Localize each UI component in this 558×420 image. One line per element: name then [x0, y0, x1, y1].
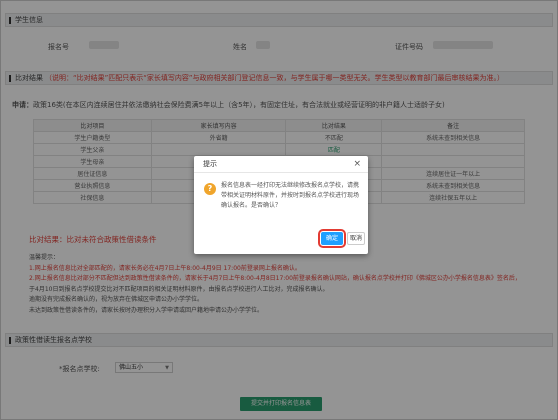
dialog-title-bar: 提示 ×: [194, 156, 368, 173]
question-icon: ?: [204, 183, 216, 195]
dialog-title: 提示: [203, 160, 217, 168]
dialog-message: 报名信息表一经打印无法继续修改报名点学校，请携带相关证明材料原件，并按时到报名点…: [221, 182, 360, 209]
close-icon[interactable]: ×: [353, 156, 361, 173]
cancel-button[interactable]: 取消: [347, 232, 365, 245]
confirm-dialog: 提示 × ? 报名信息表一经打印无法继续修改报名点学校，请携带相关证明材料原件，…: [194, 156, 368, 254]
confirm-button[interactable]: 确定: [318, 229, 346, 248]
